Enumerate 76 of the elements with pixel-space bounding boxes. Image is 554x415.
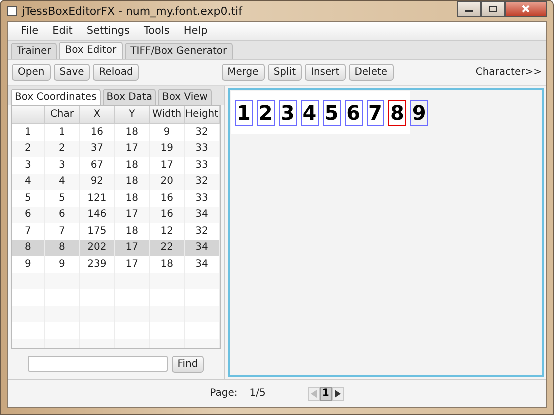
page-label: Page: [210,388,238,399]
app-icon [7,6,17,16]
glyph-box[interactable]: 4 [300,100,319,126]
toolbar-button[interactable]: Split [268,64,302,81]
glyph-box[interactable]: 6 [344,100,363,126]
table-cell: 6 [45,206,80,223]
glyph-box[interactable]: 5 [322,100,341,126]
row-number: 4 [12,174,46,190]
table-cell: 37 [80,140,116,157]
table-cell: 22 [150,240,186,256]
column-header: Char [45,106,80,123]
toolbar-button[interactable]: Save [54,64,90,81]
tab[interactable]: Box View [158,89,212,105]
table-row[interactable]: 6 6 146 17 16 34 [12,206,220,223]
table-cell: 17 [115,206,150,223]
row-number: 8 [12,240,46,256]
table-cell: 17 [115,240,150,256]
toolbar-button[interactable]: Open [12,64,51,81]
toolbar-button[interactable]: Insert [305,64,346,81]
column-header: Width [150,106,186,123]
glyph-box[interactable]: 1 [235,100,253,126]
table-row[interactable]: 2 2 37 17 19 33 [12,140,220,157]
page-count: 1/5 [250,388,266,399]
table-cell: 34 [185,240,220,256]
character-toggle[interactable]: Character>> [476,67,542,78]
window-title: jTessBoxEditorFX - num_my.font.exp0.tif [22,4,244,18]
glyph-box[interactable]: 7 [366,100,384,126]
table-cell: 146 [80,206,116,223]
menu-item[interactable]: Settings [80,25,137,37]
minimize-button[interactable] [457,1,481,17]
tab[interactable]: Box Editor [59,42,123,59]
table-cell: 8 [45,240,80,256]
page-button[interactable]: 1 [320,386,332,400]
table-cell: 18 [115,174,150,190]
left-triangle-icon [310,390,317,398]
column-header: Height [185,106,220,123]
table-row[interactable]: 4 4 92 18 20 32 [12,174,220,190]
toolbar-button[interactable]: Reload [93,64,140,81]
row-number: 6 [12,206,46,223]
table-cell: 2 [45,140,80,157]
tab[interactable]: Box Data [102,89,156,105]
next-page-button[interactable] [332,386,344,400]
glyph-box[interactable]: 8 [388,100,406,126]
glyph-box[interactable]: 9 [410,100,428,126]
find-button[interactable]: Find [172,356,204,372]
maximize-icon [488,5,498,13]
close-icon [521,5,531,13]
menu-item[interactable]: Help [176,25,215,37]
glyph-box[interactable]: 2 [256,100,275,126]
toolbar-button[interactable]: Merge [222,64,265,81]
table-cell: 19 [150,140,186,157]
maximize-button[interactable] [481,1,505,17]
tab[interactable]: Box Coordinates [11,89,101,105]
column-header: X [80,106,116,123]
tab[interactable]: Trainer [11,43,58,59]
table-row[interactable]: 8 8 202 17 22 34 [12,240,220,256]
table-cell: 20 [150,174,186,190]
table-cell: 92 [80,174,116,190]
table-cell: 32 [185,174,220,190]
table-cell: 17 [115,140,150,157]
table-cell: 34 [185,206,220,223]
menu-item[interactable]: Edit [46,25,80,37]
glyph-box[interactable]: 3 [278,100,297,126]
table-cell: 33 [185,140,220,157]
tab[interactable]: TIFF/Box Generator [124,43,234,59]
right-triangle-icon [334,390,341,398]
table-cell: 4 [45,174,80,190]
menu-item[interactable]: Tools [137,25,177,37]
menu-item[interactable]: File [14,25,46,37]
table-cell: 16 [150,206,186,223]
close-button[interactable] [505,1,547,17]
table-cell: 202 [80,240,116,256]
column-header: Y [115,106,150,123]
row-number: 2 [12,140,46,157]
toolbar-button[interactable]: Delete [348,64,394,81]
search-field[interactable] [28,356,168,372]
